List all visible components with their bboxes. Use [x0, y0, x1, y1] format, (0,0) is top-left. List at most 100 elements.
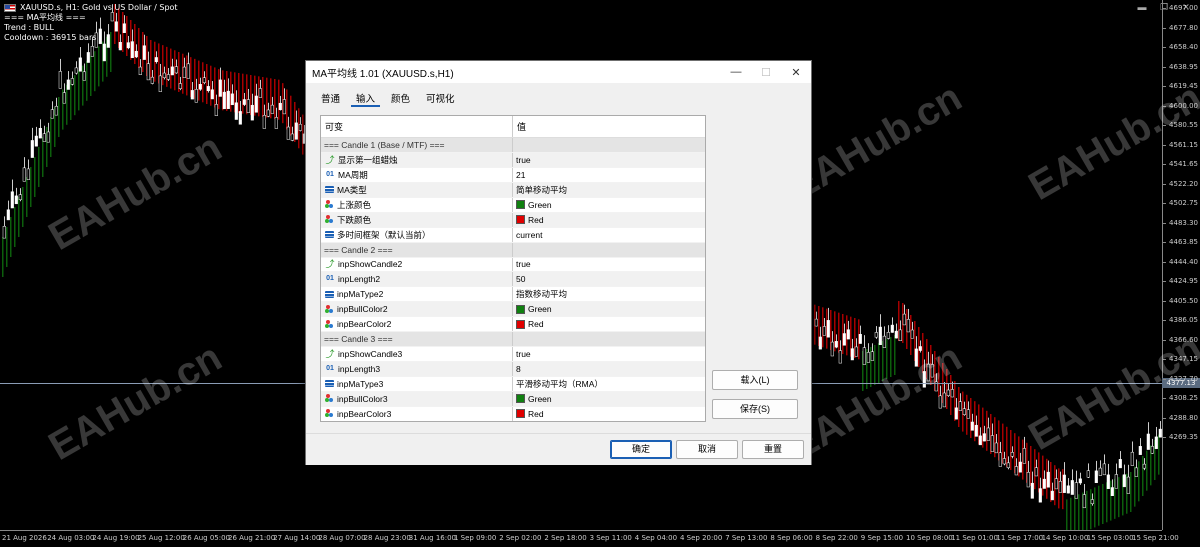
time-tick-label: 28 Aug 07:00 — [318, 534, 366, 542]
price-axis[interactable]: 4377.13 4697.00 4677.80 4658.40 4638.95 4619… — [1162, 0, 1200, 530]
ma-ribbon-bar — [22, 187, 24, 227]
load-button[interactable]: 载入(L) — [712, 370, 798, 390]
color-swatch — [516, 394, 525, 404]
input-row[interactable]: 01 inpLength2 50 — [321, 272, 705, 288]
candle-body — [270, 104, 274, 114]
cooldown-status: Cooldown : 36915 bars — [4, 33, 97, 42]
dialog-tabs: 普通 输入 颜色 可视化 — [306, 83, 811, 107]
variable-cell: === Candle 1 (Base / MTF) === — [321, 138, 513, 152]
candle-body — [1142, 463, 1146, 469]
value-cell[interactable]: 21 — [513, 168, 705, 182]
value-cell[interactable]: Red — [513, 407, 705, 421]
ma-ribbon-bar — [982, 407, 984, 448]
value-cell[interactable]: 50 — [513, 272, 705, 286]
candle-body — [1002, 458, 1006, 465]
value-cell[interactable]: 8 — [513, 362, 705, 376]
cancel-button[interactable]: 取消 — [676, 440, 738, 459]
variable-name: === Candle 2 === — [324, 244, 393, 255]
candle-body — [158, 75, 162, 92]
tab-1[interactable]: 输入 — [351, 89, 381, 107]
input-row[interactable]: ⤴ 显示第一组蜡烛 true — [321, 152, 705, 168]
input-row[interactable]: 01 inpLength3 8 — [321, 362, 705, 377]
enum-type-icon — [325, 290, 334, 298]
candle-body — [242, 99, 246, 105]
value-cell[interactable]: Red — [513, 213, 705, 227]
reset-button[interactable]: 重置 — [742, 440, 804, 459]
ma-ribbon-bar — [166, 46, 168, 87]
value-cell[interactable]: 简单移动平均 — [513, 183, 705, 197]
value-cell[interactable]: 指数移动平均 — [513, 287, 705, 301]
value-cell[interactable]: Red — [513, 317, 705, 331]
candle-body — [1094, 470, 1098, 484]
candle-body — [994, 442, 998, 454]
section-row[interactable]: === Candle 3 === — [321, 332, 705, 348]
input-row[interactable]: 上涨颜色 Green — [321, 197, 705, 213]
input-row[interactable]: ⤴ inpShowCandle2 true — [321, 257, 705, 273]
price-tick-label: 4269.35 — [1169, 433, 1198, 441]
time-tick-label: 24 Aug 03:00 — [47, 534, 95, 542]
ma-ribbon-bar — [878, 343, 880, 383]
price-tick — [1163, 47, 1166, 48]
time-axis[interactable]: 21 Aug 2026 24 Aug 03:00 24 Aug 19:00 25 Au… — [0, 530, 1179, 547]
value-cell — [513, 138, 705, 152]
enum-type-icon — [325, 231, 334, 239]
variable-cell: === Candle 2 === — [321, 242, 513, 257]
candle-body — [974, 424, 978, 437]
ok-button[interactable]: 确定 — [610, 440, 672, 459]
dialog-title-bar[interactable]: MA平均线 1.01 (XAUUSD.s,H1) — ☐ ✕ — [306, 61, 811, 83]
value-cell[interactable]: Green — [513, 392, 705, 406]
time-tick-label: 26 Aug 21:00 — [228, 534, 276, 542]
tab-2[interactable]: 颜色 — [386, 89, 415, 107]
input-row[interactable]: inpMaType2 指数移动平均 — [321, 287, 705, 303]
section-row[interactable]: === Candle 1 (Base / MTF) === — [321, 138, 705, 153]
input-row[interactable]: MA类型 简单移动平均 — [321, 182, 705, 198]
minimize-icon[interactable]: — — [721, 66, 751, 78]
time-tick-label: 9 Sep 15:00 — [860, 534, 904, 542]
value-cell[interactable]: Green — [513, 302, 705, 316]
variable-value: 简单移动平均 — [516, 184, 568, 195]
candle-body — [942, 392, 946, 408]
input-row[interactable]: 下跌颜色 Red — [321, 212, 705, 228]
price-tick-label: 4463.85 — [1169, 238, 1198, 246]
candle-body — [274, 117, 278, 129]
candle-body — [90, 45, 94, 57]
column-header-value[interactable]: 值 — [513, 116, 705, 137]
candle-body — [154, 57, 158, 62]
input-row[interactable]: inpBullColor2 Green — [321, 302, 705, 318]
input-row[interactable]: 多时间框架（默认当前） current — [321, 227, 705, 243]
time-tick-label: 11 Sep 17:00 — [996, 534, 1044, 542]
candle-body — [1038, 488, 1042, 503]
price-tick-label: 4677.80 — [1169, 23, 1198, 32]
input-row[interactable]: 01 MA周期 21 — [321, 167, 705, 183]
tab-3[interactable]: 可视化 — [421, 89, 460, 107]
input-row[interactable]: inpBearColor2 Red — [321, 317, 705, 333]
close-icon[interactable]: ✕ — [781, 66, 811, 79]
ma-ribbon-bar — [34, 157, 36, 197]
input-row[interactable]: inpBearColor3 Red — [321, 406, 705, 421]
column-header-variable[interactable]: 可变 — [321, 116, 513, 137]
minimize-icon[interactable]: ▬ — [1134, 2, 1150, 12]
value-cell[interactable]: current — [513, 228, 705, 242]
price-tick — [1163, 86, 1166, 87]
candle-body — [42, 133, 46, 142]
input-row[interactable]: ⤴ inpShowCandle3 true — [321, 347, 705, 363]
value-cell[interactable]: true — [513, 258, 705, 272]
section-row[interactable]: === Candle 2 === — [321, 242, 705, 258]
value-cell[interactable]: true — [513, 153, 705, 167]
time-tick-label: 15 Sep 21:00 — [1132, 534, 1179, 542]
input-row[interactable]: inpMaType3 平滑移动平均（RMA） — [321, 377, 705, 392]
candle-body — [254, 95, 258, 113]
input-row[interactable]: inpBullColor3 Green — [321, 391, 705, 407]
variable-name: MA类型 — [337, 184, 367, 195]
value-cell[interactable]: 平滑移动平均（RMA） — [513, 377, 705, 391]
value-cell[interactable]: true — [513, 347, 705, 361]
value-cell[interactable]: Green — [513, 198, 705, 212]
bool-type-icon: ⤴ — [325, 349, 335, 360]
candle-body — [930, 364, 934, 378]
save-button[interactable]: 保存(S) — [712, 399, 798, 419]
variable-cell: 下跌颜色 — [321, 212, 513, 227]
variable-cell: inpMaType3 — [321, 377, 513, 391]
tab-0[interactable]: 普通 — [316, 89, 345, 107]
variable-name: MA周期 — [338, 169, 368, 180]
time-tick-label: 8 Sep 22:00 — [815, 534, 858, 542]
